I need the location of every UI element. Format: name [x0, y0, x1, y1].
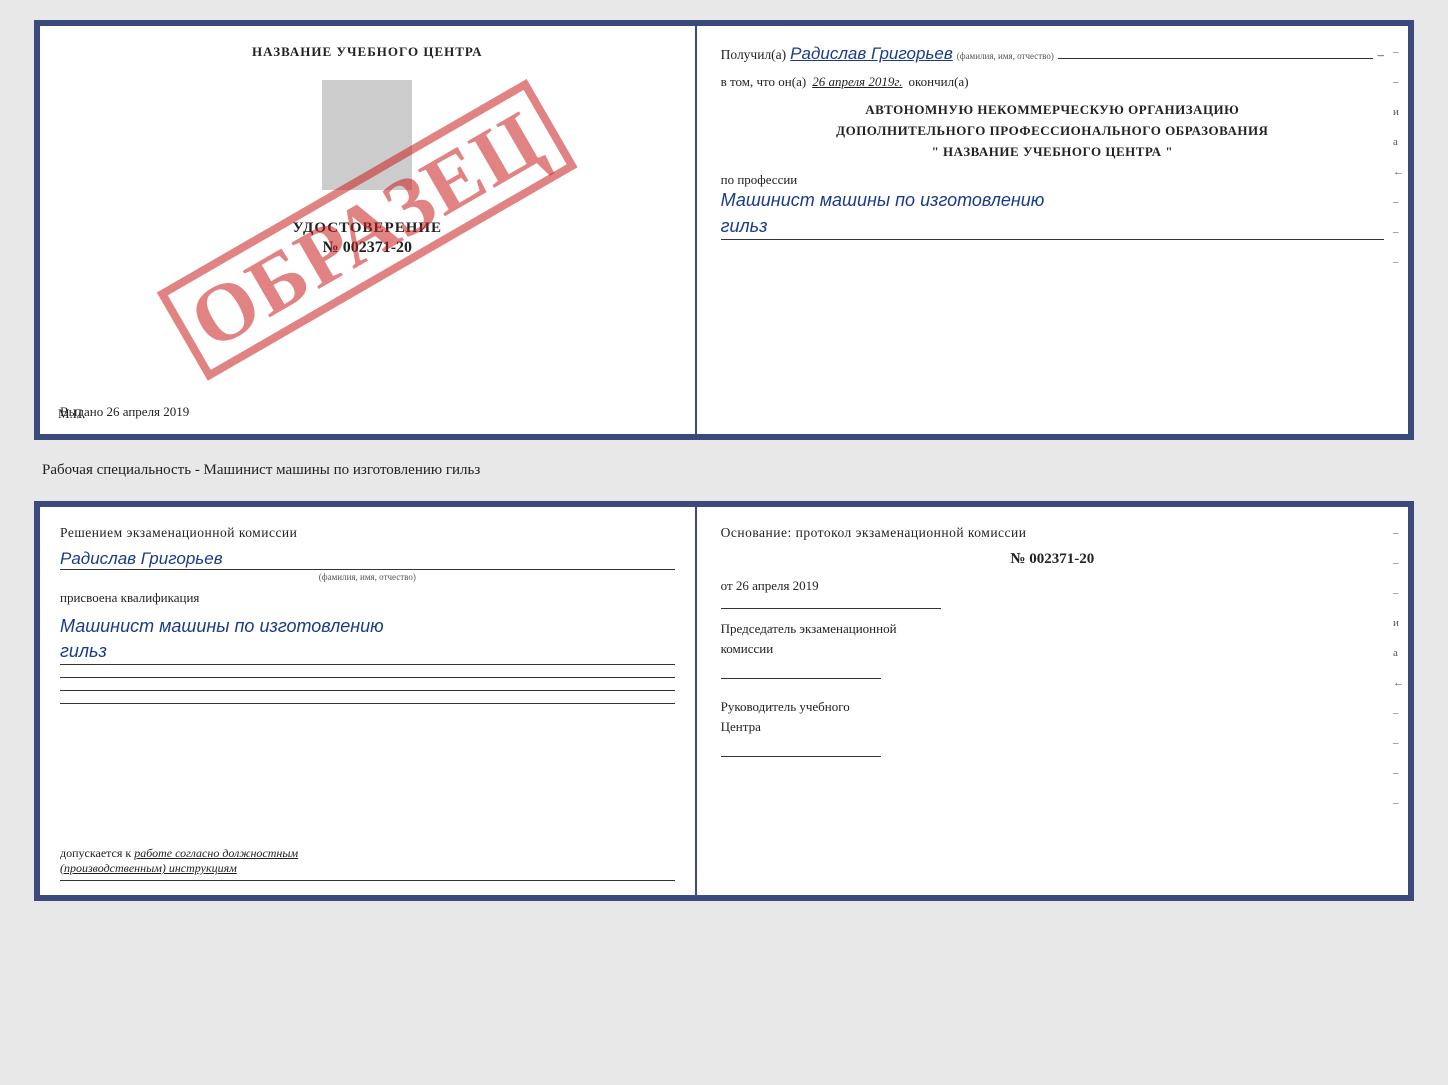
org-line1: АВТОНОМНУЮ НЕКОММЕРЧЕСКУЮ ОРГАНИЗАЦИЮ: [721, 100, 1384, 121]
bottom-certificate: Решением экзаменационной комиссии Радисл…: [34, 501, 1414, 901]
vtom-row: в том, что он(а) 26 апреля 2019г. окончи…: [721, 74, 1384, 90]
top-cert-right: Получил(а) Радислав Григорьев (фамилия, …: [697, 26, 1408, 434]
fio-label-top: (фамилия, имя, отчество): [957, 51, 1054, 61]
okonchil-label: окончил(а): [909, 74, 969, 90]
predsedatel-label: Председатель экзаменационной: [721, 619, 1384, 639]
dopuskaetsya-block: допускается к работе согласно должностны…: [60, 846, 675, 881]
protocol-date: от 26 апреля 2019: [721, 578, 1384, 594]
bottom-cert-left: Решением экзаменационной комиссии Радисл…: [40, 507, 697, 895]
udostoverenie-block: УДОСТОВЕРЕНИЕ № 002371-20: [60, 220, 675, 257]
predsedatel-block: Председатель экзаменационной комиссии: [721, 619, 1384, 679]
rukovoditel-label: Руководитель учебного: [721, 697, 1384, 717]
po-professii: по профессии Машинист машины по изготовл…: [721, 172, 1384, 239]
rukovoditel-sign-line: [721, 756, 881, 757]
org-block: АВТОНОМНУЮ НЕКОММЕРЧЕСКУЮ ОРГАНИЗАЦИЮ ДО…: [721, 100, 1384, 162]
bottom-cert-right: Основание: протокол экзаменационной коми…: [697, 507, 1408, 895]
osnovanie-text: Основание: протокол экзаменационной коми…: [721, 525, 1384, 541]
predsedatel-label2: комиссии: [721, 639, 1384, 659]
side-marks-top: ––иа←–––: [1393, 46, 1404, 268]
kvali-text: Машинист машины по изготовлению гильз: [60, 614, 675, 665]
recipient-name-bottom: Радислав Григорьев: [60, 549, 675, 570]
protocol-date-value: 26 апреля 2019: [736, 578, 819, 593]
udostoverenie-title: УДОСТОВЕРЕНИЕ: [60, 220, 675, 237]
line1-bottom: [60, 677, 675, 678]
mp-block: М.П.: [58, 406, 85, 422]
po-professii-label: по профессии: [721, 172, 1384, 188]
photo-placeholder: [322, 80, 412, 190]
fio-label-bottom: (фамилия, имя, отчество): [60, 572, 675, 582]
line3-bottom: [60, 703, 675, 704]
predsedatel-sign-line: [721, 678, 881, 679]
completion-date-top: 26 апреля 2019г.: [812, 74, 902, 90]
prisvoena-label: присвоена квалификация: [60, 590, 675, 606]
profession-text-top: Машинист машины по изготовлению гильз: [721, 188, 1384, 239]
resheniem-text: Решением экзаменационной комиссии: [60, 525, 675, 541]
dopusk2: работе согласно должностным: [134, 846, 298, 860]
top-cert-left: НАЗВАНИЕ УЧЕБНОГО ЦЕНТРА ОБРАЗЕЦ УДОСТОВ…: [40, 26, 697, 434]
profession-line2: гильз: [721, 216, 768, 236]
date-line: [721, 608, 941, 609]
kvali-line1: Машинист машины по изготовлению: [60, 616, 384, 636]
date-prefix: от: [721, 578, 733, 593]
dopusk3: (производственным) инструкциям: [60, 861, 237, 875]
profession-line1: Машинист машины по изготовлению: [721, 190, 1045, 210]
kvali-line2: гильз: [60, 641, 107, 661]
dopusk-line: [60, 880, 675, 881]
vydano-block: Выдано 26 апреля 2019: [60, 404, 675, 420]
middle-text: Рабочая специальность - Машинист машины …: [34, 458, 1414, 483]
side-marks-bottom: –––иа←––––: [1393, 527, 1404, 809]
protocol-number: № 002371-20: [721, 551, 1384, 568]
tsentra-label: Центра: [721, 717, 1384, 737]
poluchil-row: Получил(а) Радислав Григорьев (фамилия, …: [721, 44, 1384, 64]
poluchil-label: Получил(а): [721, 47, 787, 63]
udostoverenie-number: № 002371-20: [60, 239, 675, 257]
school-name-top: НАЗВАНИЕ УЧЕБНОГО ЦЕНТРА: [60, 44, 675, 60]
org-line2: ДОПОЛНИТЕЛЬНОГО ПРОФЕССИОНАЛЬНОГО ОБРАЗО…: [721, 121, 1384, 142]
top-certificate: НАЗВАНИЕ УЧЕБНОГО ЦЕНТРА ОБРАЗЕЦ УДОСТОВ…: [34, 20, 1414, 440]
vtom-label: в том, что он(а): [721, 74, 807, 90]
rukovoditel-block: Руководитель учебного Центра: [721, 697, 1384, 757]
line2-bottom: [60, 690, 675, 691]
org-line3: " НАЗВАНИЕ УЧЕБНОГО ЦЕНТРА ": [721, 142, 1384, 163]
recipient-name-top: Радислав Григорьев: [790, 44, 953, 64]
dopusk-label: допускается к: [60, 846, 131, 860]
